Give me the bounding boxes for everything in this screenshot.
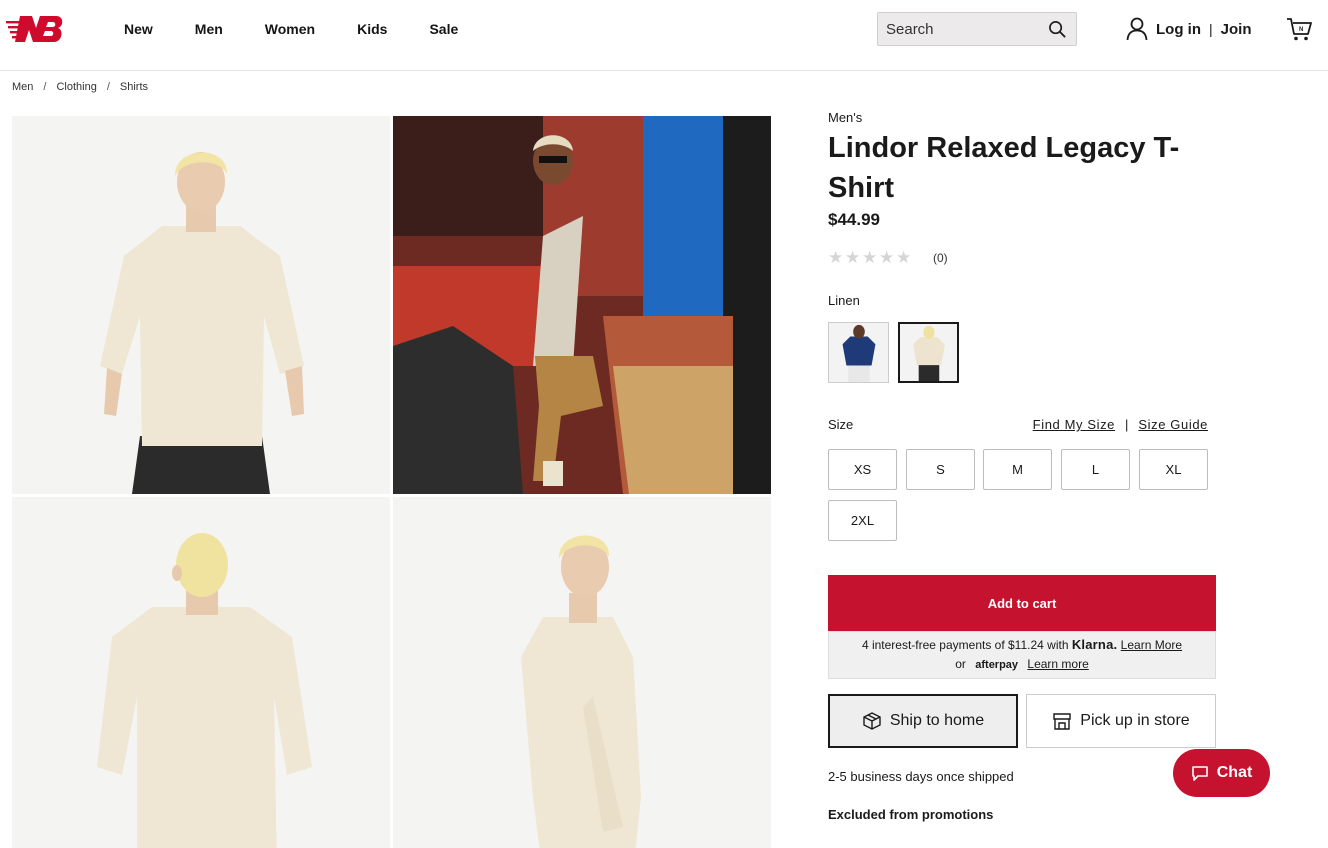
installment-text: 4 interest-free payments of $11.24 with [861,638,1069,652]
breadcrumb: Men / Clothing / Shirts [12,81,148,93]
star-icon: ★ [828,248,844,267]
product-title: Lindor Relaxed Legacy T-Shirt [828,132,1180,204]
nav-women[interactable]: Women [265,20,315,38]
find-my-size-link[interactable]: Find My Size [1033,417,1115,432]
product-price: $44.99 [828,210,880,229]
account-divider: | [1209,21,1213,37]
cart-icon[interactable]: N [1286,16,1312,42]
ship-to-home-label: Ship to home [889,712,985,729]
delivery-estimate: 2-5 business days once shipped [828,769,1014,784]
product-rating[interactable]: ★ ★ ★ ★ ★ (0) [828,248,948,267]
klarna-learn-more-link[interactable]: Learn More [1121,638,1182,652]
package-icon [863,712,881,730]
search-icon[interactable] [1048,20,1067,39]
size-s-button[interactable]: S [906,449,975,490]
nav-men[interactable]: Men [195,20,223,38]
login-link[interactable]: Log in [1156,21,1201,38]
selected-color-name: Linen [828,293,860,308]
size-l-button[interactable]: L [1061,449,1130,490]
ship-to-home-button[interactable]: Ship to home [828,694,1018,748]
star-icon: ★ [845,248,861,267]
breadcrumb-separator: / [106,81,110,93]
account-links: Log in | Join [1126,16,1251,42]
size-guide-link[interactable]: Size Guide [1138,417,1208,432]
product-image-back[interactable] [12,497,390,848]
rating-count[interactable]: (0) [933,251,948,265]
store-icon [1053,713,1071,730]
klarna-row: 4 interest-free payments of $11.24 with … [829,637,1215,652]
star-icon: ★ [896,248,912,267]
size-2xl-button[interactable]: 2XL [828,500,897,541]
afterpay-row: or afterpay Learn more [829,657,1215,671]
new-balance-logo[interactable] [6,14,64,44]
chat-icon [1191,766,1208,781]
product-image-side[interactable] [393,497,771,848]
product-gender: Men's [828,110,863,125]
star-icon: ★ [862,248,878,267]
svg-text:N: N [1299,27,1303,33]
swatch-linen-image [900,324,957,381]
model-side-illustration [393,497,771,848]
nav-sale[interactable]: Sale [429,20,458,38]
star-icon: ★ [879,248,895,267]
breadcrumb-clothing[interactable]: Clothing [56,81,96,93]
color-swatch-navy[interactable] [828,322,889,383]
product-image-front[interactable] [12,116,390,494]
pick-up-label: Pick up in store [1080,712,1190,729]
or-text: or [955,657,966,671]
breadcrumb-separator: / [43,81,47,93]
add-to-cart-button[interactable]: Add to cart [828,575,1216,631]
site-header: New Men Women Kids Sale Log in | Join N [0,0,1328,71]
search-box [877,12,1077,46]
breadcrumb-shirts[interactable]: Shirts [120,81,148,93]
installment-payment-box: 4 interest-free payments of $11.24 with … [828,631,1216,679]
chat-label: Chat [1216,764,1253,781]
klarna-logo: Klarna. [1071,637,1118,652]
afterpay-logo: afterpay [975,659,1019,671]
size-xl-button[interactable]: XL [1139,449,1208,490]
search-input[interactable] [886,13,1046,45]
lifestyle-scene-illustration [393,116,771,494]
user-icon[interactable] [1126,17,1148,41]
afterpay-learn-more-link[interactable]: Learn more [1027,657,1088,671]
size-label: Size [828,417,854,432]
product-image-lifestyle[interactable] [393,116,771,494]
swatch-navy-image [829,323,888,382]
pick-up-in-store-button[interactable]: Pick up in store [1026,694,1216,748]
size-help-links: Find My Size | Size Guide [1033,417,1208,432]
nav-kids[interactable]: Kids [357,20,387,38]
rating-stars: ★ ★ ★ ★ ★ [828,248,913,267]
join-link[interactable]: Join [1221,21,1252,38]
breadcrumb-men[interactable]: Men [12,81,33,93]
size-xs-button[interactable]: XS [828,449,897,490]
model-front-illustration [12,116,390,494]
size-links-divider: | [1125,417,1129,432]
color-swatch-linen[interactable] [898,322,959,383]
size-m-button[interactable]: M [983,449,1052,490]
main-nav: New Men Women Kids Sale [124,20,500,38]
chat-button[interactable]: Chat [1173,749,1270,797]
model-back-illustration [12,497,390,848]
nav-new[interactable]: New [124,20,153,38]
promotion-exclusion-note: Excluded from promotions [828,807,994,822]
